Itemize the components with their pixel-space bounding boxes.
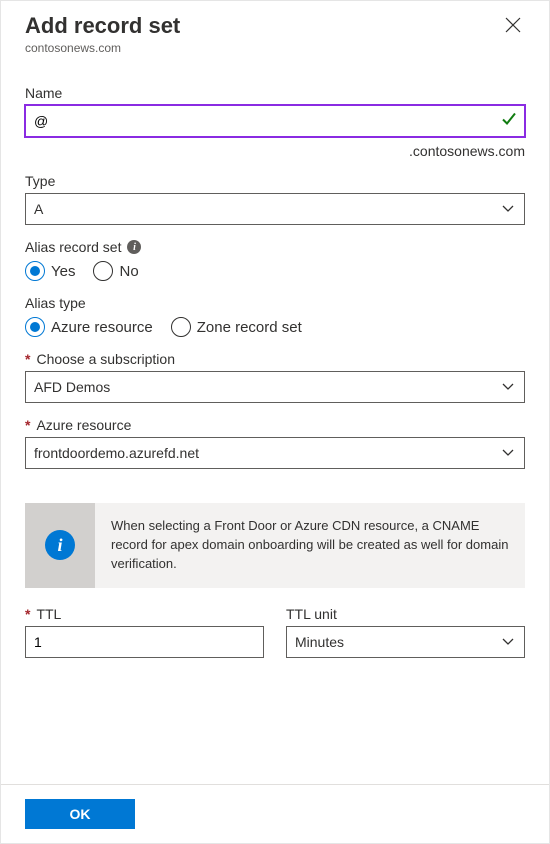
radio-label: No — [119, 263, 138, 280]
type-label: Type — [25, 173, 525, 189]
ttl-unit-select[interactable]: Minutes — [286, 626, 525, 658]
domain-suffix: .contosonews.com — [25, 143, 525, 159]
subscription-value: AFD Demos — [34, 379, 110, 395]
radio-label: Azure resource — [51, 319, 153, 336]
name-input[interactable] — [25, 105, 525, 137]
ttl-input[interactable] — [25, 626, 264, 658]
chevron-down-icon — [502, 447, 514, 459]
info-icon[interactable]: i — [127, 240, 141, 254]
radio-label: Yes — [51, 263, 75, 280]
alias-record-no-radio[interactable]: No — [93, 261, 138, 281]
checkmark-icon — [501, 111, 517, 132]
alias-type-label: Alias type — [25, 295, 525, 311]
ttl-label: TTL — [25, 606, 264, 622]
chevron-down-icon — [502, 636, 514, 648]
page-subtitle: contosonews.com — [25, 41, 180, 55]
info-banner: i When selecting a Front Door or Azure C… — [25, 503, 525, 588]
info-banner-message: When selecting a Front Door or Azure CDN… — [95, 503, 525, 588]
azure-resource-value: frontdoordemo.azurefd.net — [34, 445, 199, 461]
radio-label: Zone record set — [197, 319, 302, 336]
ttl-unit-label: TTL unit — [286, 606, 525, 622]
subscription-label: Choose a subscription — [25, 351, 525, 367]
azure-resource-select[interactable]: frontdoordemo.azurefd.net — [25, 437, 525, 469]
page-title: Add record set — [25, 13, 180, 39]
alias-type-zone-radio[interactable]: Zone record set — [171, 317, 302, 337]
type-value: A — [34, 201, 43, 217]
ttl-unit-value: Minutes — [295, 634, 344, 650]
alias-record-set-label: Alias record set i — [25, 239, 525, 255]
name-label: Name — [25, 85, 525, 101]
subscription-select[interactable]: AFD Demos — [25, 371, 525, 403]
type-select[interactable]: A — [25, 193, 525, 225]
azure-resource-label: Azure resource — [25, 417, 525, 433]
chevron-down-icon — [502, 381, 514, 393]
chevron-down-icon — [502, 203, 514, 215]
alias-type-azure-radio[interactable]: Azure resource — [25, 317, 153, 337]
alias-record-yes-radio[interactable]: Yes — [25, 261, 75, 281]
close-icon[interactable] — [501, 13, 525, 41]
ok-button[interactable]: OK — [25, 799, 135, 829]
info-icon: i — [45, 530, 75, 560]
